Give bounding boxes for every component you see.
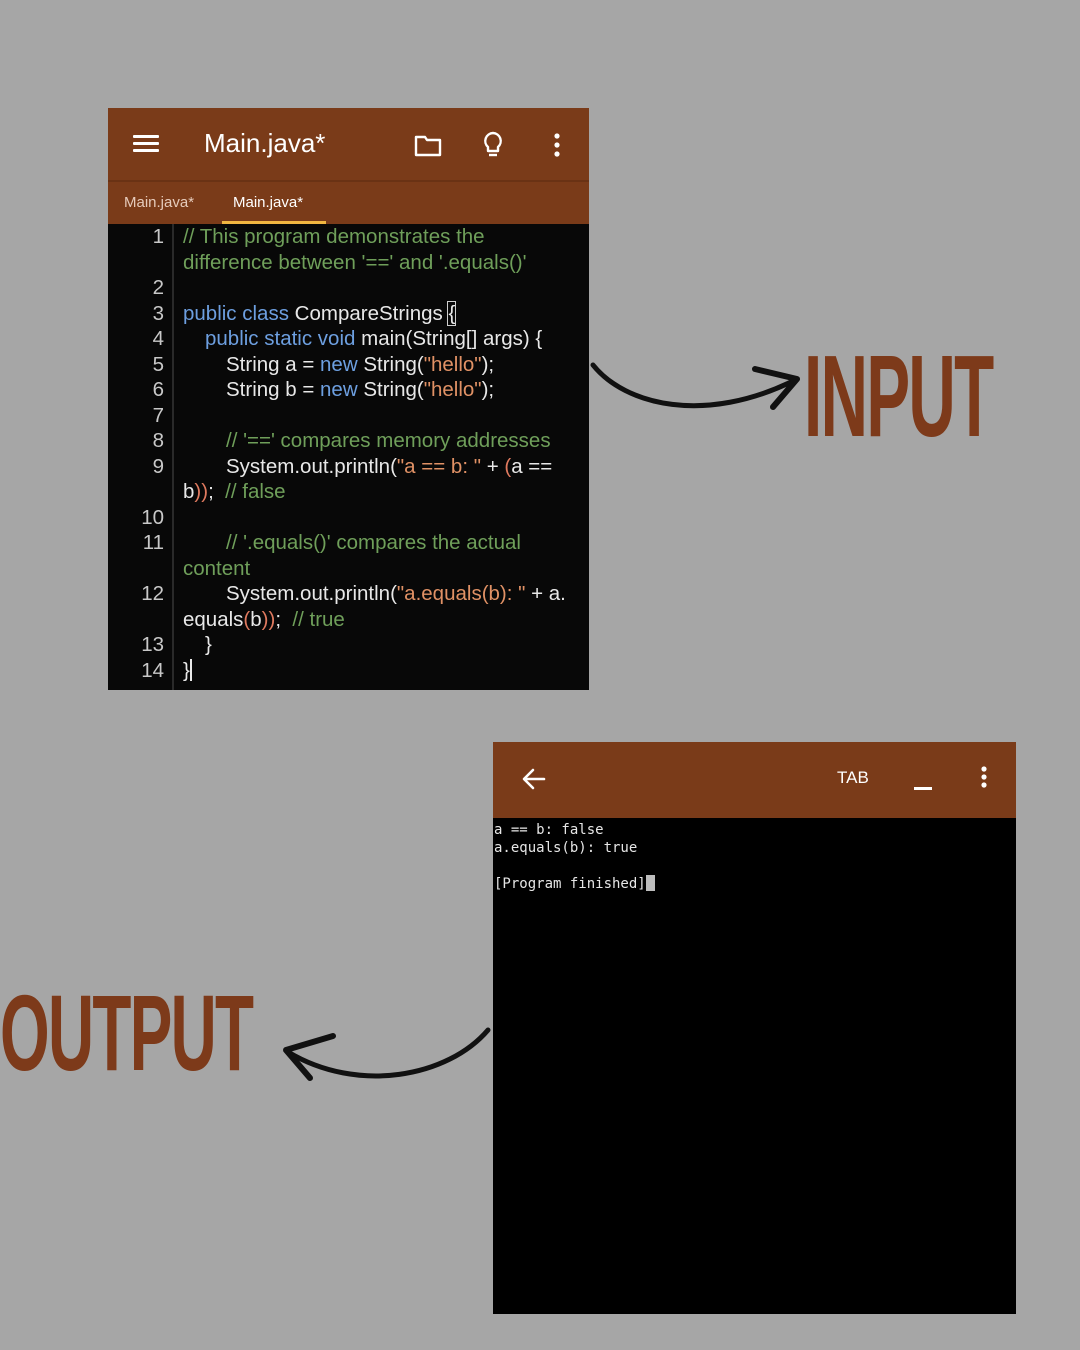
code-area[interactable]: 1 2 3 4 5 6 7 8 9 10 11 12 13 14 // This… bbox=[108, 224, 589, 690]
terminal-panel[interactable]: TAB a == b: false a.equals(b): true [Progr… bbox=[493, 742, 1016, 1314]
output-label: OUTPUT bbox=[0, 973, 254, 1095]
terminal-output: a == b: false a.equals(b): true [Program f… bbox=[494, 822, 655, 893]
text-cursor bbox=[189, 658, 192, 681]
code-keyword: public static void bbox=[205, 327, 356, 350]
code-text: + bbox=[481, 454, 505, 478]
code-line-12-wrap: equals(b)); // true bbox=[183, 607, 345, 633]
code-editor-panel: Main.java* Main.java* Main.java* 1 2 3 4… bbox=[108, 108, 589, 690]
line-number: 7 bbox=[152, 403, 164, 427]
code-line-13: } bbox=[205, 633, 212, 656]
code-line-14: } bbox=[183, 658, 192, 684]
code-text: String( bbox=[357, 352, 424, 376]
lightbulb-icon[interactable] bbox=[478, 130, 508, 160]
line-number: 5 bbox=[152, 352, 164, 376]
line-number: 6 bbox=[152, 378, 164, 401]
code-text: ); bbox=[481, 352, 495, 376]
code-line-9: System.out.println("a == b: " + (a == bbox=[226, 454, 552, 480]
more-vert-icon[interactable] bbox=[542, 130, 572, 160]
code-comment: content bbox=[183, 556, 251, 580]
code-text: main(String[] args) { bbox=[355, 327, 543, 350]
terminal-cursor bbox=[645, 874, 655, 891]
file-tabs: Main.java* Main.java* bbox=[108, 182, 589, 224]
code-comment: // This program demonstrates the bbox=[183, 225, 485, 248]
line-number: 13 bbox=[141, 633, 164, 656]
code-text: } bbox=[183, 658, 190, 682]
output-line: a == b: false bbox=[494, 822, 604, 838]
code-text: String a = bbox=[226, 352, 321, 376]
code-string: "a.equals(b): " bbox=[396, 582, 526, 605]
code-text: String( bbox=[357, 378, 424, 401]
arrow-to-input-icon bbox=[590, 362, 800, 410]
code-text: b bbox=[250, 607, 262, 631]
tab-main-java-2[interactable]: Main.java* bbox=[233, 194, 303, 211]
code-line-6: String b = new String("hello"); bbox=[226, 377, 494, 403]
line-number: 14 bbox=[141, 658, 164, 682]
code-text: System.out.println( bbox=[226, 582, 397, 605]
terminal-toolbar: TAB bbox=[493, 742, 1016, 818]
code-comment: // false bbox=[225, 480, 286, 503]
code-line-3: public class CompareStrings { bbox=[183, 300, 457, 327]
more-vert-icon[interactable] bbox=[977, 764, 991, 794]
underscore-key-button[interactable] bbox=[914, 787, 932, 790]
code-text: CompareStrings bbox=[288, 301, 449, 325]
line-number: 12 bbox=[141, 582, 164, 605]
code-line-5: String a = new String("hello"); bbox=[226, 352, 494, 378]
gutter-divider bbox=[172, 224, 174, 690]
code-keyword: new bbox=[320, 378, 358, 401]
code-comment: difference between '==' and '.equals()' bbox=[183, 250, 527, 274]
editor-title: Main.java* bbox=[204, 128, 326, 158]
line-number: 8 bbox=[152, 429, 164, 452]
code-string: "a == b: " bbox=[396, 454, 481, 478]
code-comment: // '.equals()' compares the actual bbox=[226, 531, 521, 554]
line-number: 9 bbox=[152, 454, 164, 478]
code-text: String b = bbox=[226, 378, 321, 401]
code-paren: )) bbox=[261, 607, 276, 631]
code-paren: )) bbox=[194, 480, 209, 503]
code-line-12: System.out.println("a.equals(b): " + a. bbox=[226, 581, 566, 607]
code-text: + a. bbox=[525, 582, 566, 605]
output-line-last: [Program finished] bbox=[494, 874, 655, 894]
code-line-9-wrap: b)); // false bbox=[183, 479, 286, 505]
line-number: 1 bbox=[152, 225, 164, 248]
code-line-4: public static void main(String[] args) { bbox=[205, 326, 542, 352]
code-text: ; bbox=[208, 480, 226, 503]
tab-key-button[interactable]: TAB bbox=[837, 768, 869, 788]
line-number: 4 bbox=[152, 327, 164, 350]
line-number: 11 bbox=[142, 531, 164, 554]
back-arrow-icon[interactable] bbox=[519, 764, 549, 794]
code-keyword: public class bbox=[183, 301, 289, 325]
code-text: b bbox=[183, 480, 195, 503]
code-text: ); bbox=[481, 378, 495, 401]
editor-toolbar: Main.java* bbox=[108, 108, 589, 180]
code-comment: // '==' compares memory addresses bbox=[226, 429, 551, 452]
code-comment: // true bbox=[292, 607, 345, 631]
code-text: ; bbox=[275, 607, 293, 631]
line-number: 3 bbox=[152, 301, 164, 325]
matched-brace: { bbox=[447, 300, 457, 326]
menu-icon[interactable] bbox=[133, 135, 159, 153]
output-line: [Program finished] bbox=[494, 875, 646, 892]
code-string: "hello" bbox=[423, 352, 482, 376]
code-text: a == bbox=[511, 454, 553, 478]
code-string: "hello" bbox=[423, 378, 482, 401]
folder-icon[interactable] bbox=[413, 130, 443, 160]
line-number: 10 bbox=[141, 505, 164, 529]
code-keyword: new bbox=[320, 352, 358, 376]
tab-main-java-1[interactable]: Main.java* bbox=[124, 194, 194, 211]
line-number: 2 bbox=[152, 276, 164, 299]
input-label: INPUT bbox=[804, 331, 994, 461]
output-line: a.equals(b): true bbox=[494, 839, 638, 856]
code-text: System.out.println( bbox=[226, 454, 397, 478]
code-text: equals bbox=[183, 607, 244, 631]
arrow-to-output-icon bbox=[283, 1027, 491, 1081]
